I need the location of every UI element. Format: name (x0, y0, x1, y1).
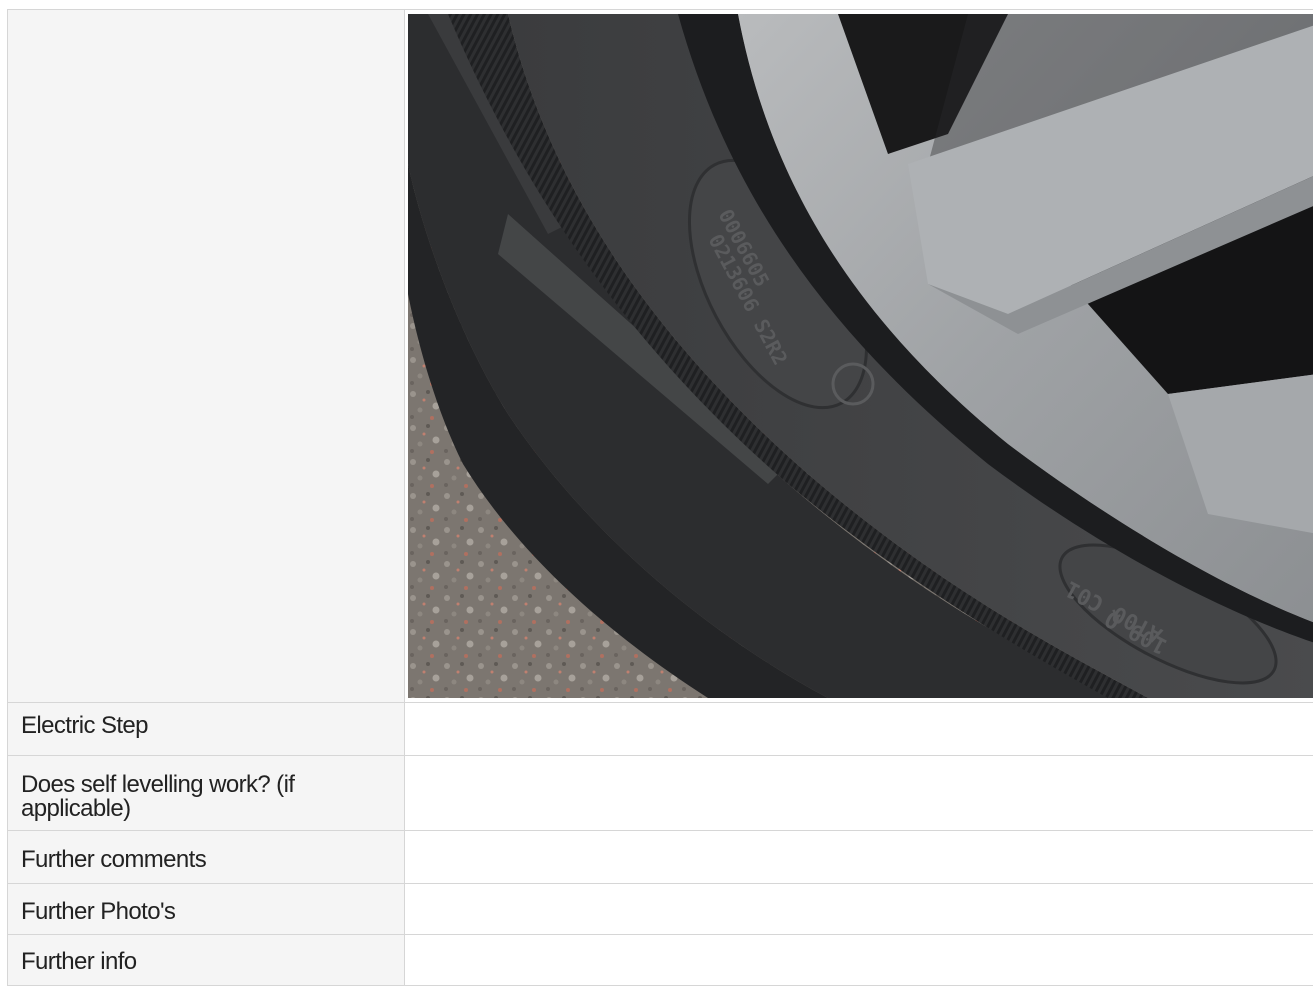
tyre-sidewall-photo[interactable]: 0006605 0213606 S2R2 109 Q AT00 C01 (408, 14, 1313, 698)
table-row: Further info (8, 935, 1313, 986)
inspection-report-table: 0006605 0213606 S2R2 109 Q AT00 C01 (7, 9, 1313, 986)
row-label (8, 10, 405, 703)
row-label: Further comments (8, 831, 405, 884)
row-label: Further Photo's (8, 884, 405, 935)
row-label: Further info (8, 935, 405, 986)
table-row: Further comments (8, 831, 1313, 884)
row-label: Electric Step (8, 703, 405, 756)
row-value (405, 703, 1313, 756)
table-row: 0006605 0213606 S2R2 109 Q AT00 C01 (8, 10, 1313, 703)
row-value (405, 935, 1313, 986)
table-row: Does self levelling work? (if applicable… (8, 756, 1313, 831)
row-value (405, 884, 1313, 935)
row-value (405, 831, 1313, 884)
tyre-photo-image: 0006605 0213606 S2R2 109 Q AT00 C01 (408, 14, 1313, 698)
photo-cell: 0006605 0213606 S2R2 109 Q AT00 C01 (405, 10, 1313, 703)
table-row: Further Photo's (8, 884, 1313, 935)
table-row: Electric Step (8, 703, 1313, 756)
row-value (405, 756, 1313, 831)
row-label: Does self levelling work? (if applicable… (8, 756, 405, 831)
